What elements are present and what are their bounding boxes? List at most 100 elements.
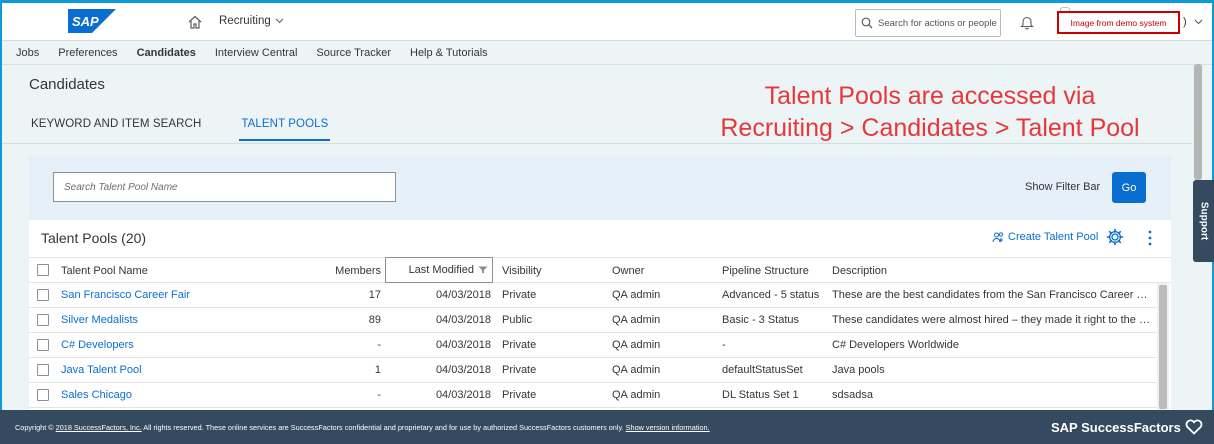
column-header-name[interactable]: Talent Pool Name — [61, 258, 321, 284]
user-menu-text: ) — [1183, 16, 1187, 28]
table-scrollbar-thumb[interactable] — [1159, 285, 1167, 409]
search-icon — [861, 17, 873, 29]
nav-item-source-tracker[interactable]: Source Tracker — [316, 47, 391, 59]
notification-bell-icon[interactable] — [1020, 15, 1034, 30]
pipeline-structure-value: Basic - 3 Status — [722, 314, 800, 326]
column-header-pipeline-structure[interactable]: Pipeline Structure — [722, 258, 826, 284]
support-tab[interactable]: Support — [1193, 180, 1214, 262]
global-search[interactable]: Search for actions or people — [855, 9, 1001, 37]
row-checkbox[interactable] — [37, 339, 49, 351]
footer-company-link[interactable]: 2018 SuccessFactors, Inc. — [56, 423, 142, 432]
chevron-down-icon — [275, 18, 284, 24]
visibility-value: Public — [502, 314, 532, 326]
demo-system-label: Image from demo system — [1057, 11, 1180, 34]
nav-item-jobs[interactable]: Jobs — [16, 47, 39, 59]
footer-body-text: All rights reserved. These online servic… — [141, 423, 626, 432]
go-button[interactable]: Go — [1112, 172, 1146, 203]
column-header-visibility[interactable]: Visibility — [502, 258, 602, 284]
home-icon[interactable] — [188, 15, 202, 29]
members-count: 89 — [368, 314, 381, 326]
visibility-value: Private — [502, 364, 537, 376]
talent-pool-name-link[interactable]: Sales Chicago — [61, 383, 321, 408]
footer-copyright: Copyright © 2018 SuccessFactors, Inc. Al… — [15, 423, 710, 432]
show-version-link[interactable]: Show version information. — [626, 423, 710, 432]
talent-pools-table-panel: Talent Pools (20) Create Talent Pool Tal… — [29, 220, 1171, 410]
talent-pool-name-link[interactable]: Silver Medalists — [61, 308, 321, 333]
page-scrollbar-thumb[interactable] — [1194, 64, 1202, 180]
column-header-last-modified[interactable]: Last Modified — [385, 257, 493, 283]
talent-pool-search-input[interactable]: Search Talent Pool Name — [53, 172, 396, 202]
table-header: Talent Pool Name Members Last Modified V… — [29, 257, 1171, 283]
page-title: Candidates — [29, 76, 105, 93]
column-header-last-modified-label: Last Modified — [408, 264, 474, 276]
user-menu[interactable]: ) — [1183, 16, 1203, 28]
nav-item-candidates[interactable]: Candidates — [137, 47, 196, 59]
talent-pool-name-link[interactable]: Java Talent Pool — [61, 358, 321, 383]
annotation-callout: Talent Pools are accessed via Recruiting… — [680, 80, 1180, 144]
tab-talent-pools[interactable]: TALENT POOLS — [239, 118, 331, 141]
pipeline-structure-value: - — [722, 339, 726, 351]
owner-value: QA admin — [612, 289, 661, 301]
members-count: - — [377, 389, 381, 401]
table-row[interactable]: San Francisco Career Fair 17 04/03/2018 … — [29, 283, 1157, 308]
nav-item-interview-central[interactable]: Interview Central — [215, 47, 298, 59]
talent-pool-name-link[interactable]: C# Developers — [61, 333, 321, 358]
description-value: These are the best candidates from the S… — [832, 289, 1152, 301]
description-value: Java pools — [832, 364, 885, 376]
show-filter-bar-button[interactable]: Show Filter Bar — [1025, 181, 1100, 193]
pipeline-structure-value: Advanced - 5 status — [722, 289, 820, 301]
last-modified-date: 04/03/2018 — [435, 339, 491, 351]
last-modified-date: 04/03/2018 — [435, 389, 491, 401]
owner-value: QA admin — [612, 339, 661, 351]
row-checkbox[interactable] — [37, 314, 49, 326]
last-modified-date: 04/03/2018 — [435, 289, 491, 301]
talent-pool-search-placeholder: Search Talent Pool Name — [64, 181, 178, 193]
annotation-line-2: Recruiting > Candidates > Talent Pool — [720, 114, 1140, 142]
footer-brand: SAP SuccessFactors — [1051, 419, 1203, 435]
row-checkbox[interactable] — [37, 364, 49, 376]
create-talent-pool-button[interactable]: Create Talent Pool — [992, 231, 1098, 243]
members-count: - — [377, 339, 381, 351]
sort-filter-icon — [478, 266, 488, 274]
owner-value: QA admin — [612, 364, 661, 376]
more-options-icon[interactable] — [1147, 229, 1153, 247]
page-tabs: KEYWORD AND ITEM SEARCH TALENT POOLS — [29, 118, 331, 141]
nav-item-preferences[interactable]: Preferences — [58, 47, 117, 59]
sap-logo[interactable]: SAP — [68, 9, 116, 33]
module-label: Recruiting — [219, 15, 271, 27]
column-header-owner[interactable]: Owner — [612, 258, 712, 284]
row-checkbox[interactable] — [37, 389, 49, 401]
footer-copyright-prefix: Copyright © — [15, 423, 54, 432]
visibility-value: Private — [502, 389, 537, 401]
gear-icon[interactable] — [1106, 228, 1124, 246]
members-count: 1 — [374, 364, 381, 376]
nav-item-help-tutorials[interactable]: Help & Tutorials — [410, 47, 488, 59]
last-modified-date: 04/03/2018 — [435, 314, 491, 326]
column-header-description[interactable]: Description — [832, 258, 1152, 284]
row-checkbox[interactable] — [37, 289, 49, 301]
table-row[interactable]: Java Talent Pool 1 04/03/2018 Private QA… — [29, 358, 1157, 383]
window-frame-left — [0, 0, 2, 444]
tab-keyword-item-search[interactable]: KEYWORD AND ITEM SEARCH — [29, 118, 203, 141]
pipeline-structure-value: DL Status Set 1 — [722, 389, 799, 401]
table-row[interactable]: Sales Chicago - 04/03/2018 Private QA ad… — [29, 383, 1157, 408]
select-all-checkbox[interactable] — [37, 264, 49, 276]
description-value: C# Developers Worldwide — [832, 339, 959, 351]
owner-value: QA admin — [612, 389, 661, 401]
module-selector[interactable]: Recruiting — [219, 15, 284, 27]
sub-navigation: Jobs Preferences Candidates Interview Ce… — [2, 41, 1212, 65]
visibility-value: Private — [502, 339, 537, 351]
table-title: Talent Pools (20) — [41, 230, 147, 246]
footer-brand-text: SAP SuccessFactors — [1051, 419, 1181, 435]
filter-bar: Search Talent Pool Name Show Filter Bar … — [29, 156, 1171, 219]
create-talent-pool-label: Create Talent Pool — [1008, 231, 1099, 243]
shell-header: SAP Recruiting Search for actions or peo… — [2, 3, 1212, 41]
talent-pool-name-link[interactable]: San Francisco Career Fair — [61, 283, 321, 308]
footer: Copyright © 2018 SuccessFactors, Inc. Al… — [0, 410, 1214, 444]
table-row[interactable]: C# Developers - 04/03/2018 Private QA ad… — [29, 333, 1157, 358]
chevron-down-icon — [1194, 19, 1203, 25]
heart-icon — [1185, 419, 1203, 435]
table-row[interactable]: Silver Medalists 89 04/03/2018 Public QA… — [29, 308, 1157, 333]
logo-text: SAP — [72, 14, 99, 29]
column-header-members[interactable]: Members — [321, 258, 381, 284]
